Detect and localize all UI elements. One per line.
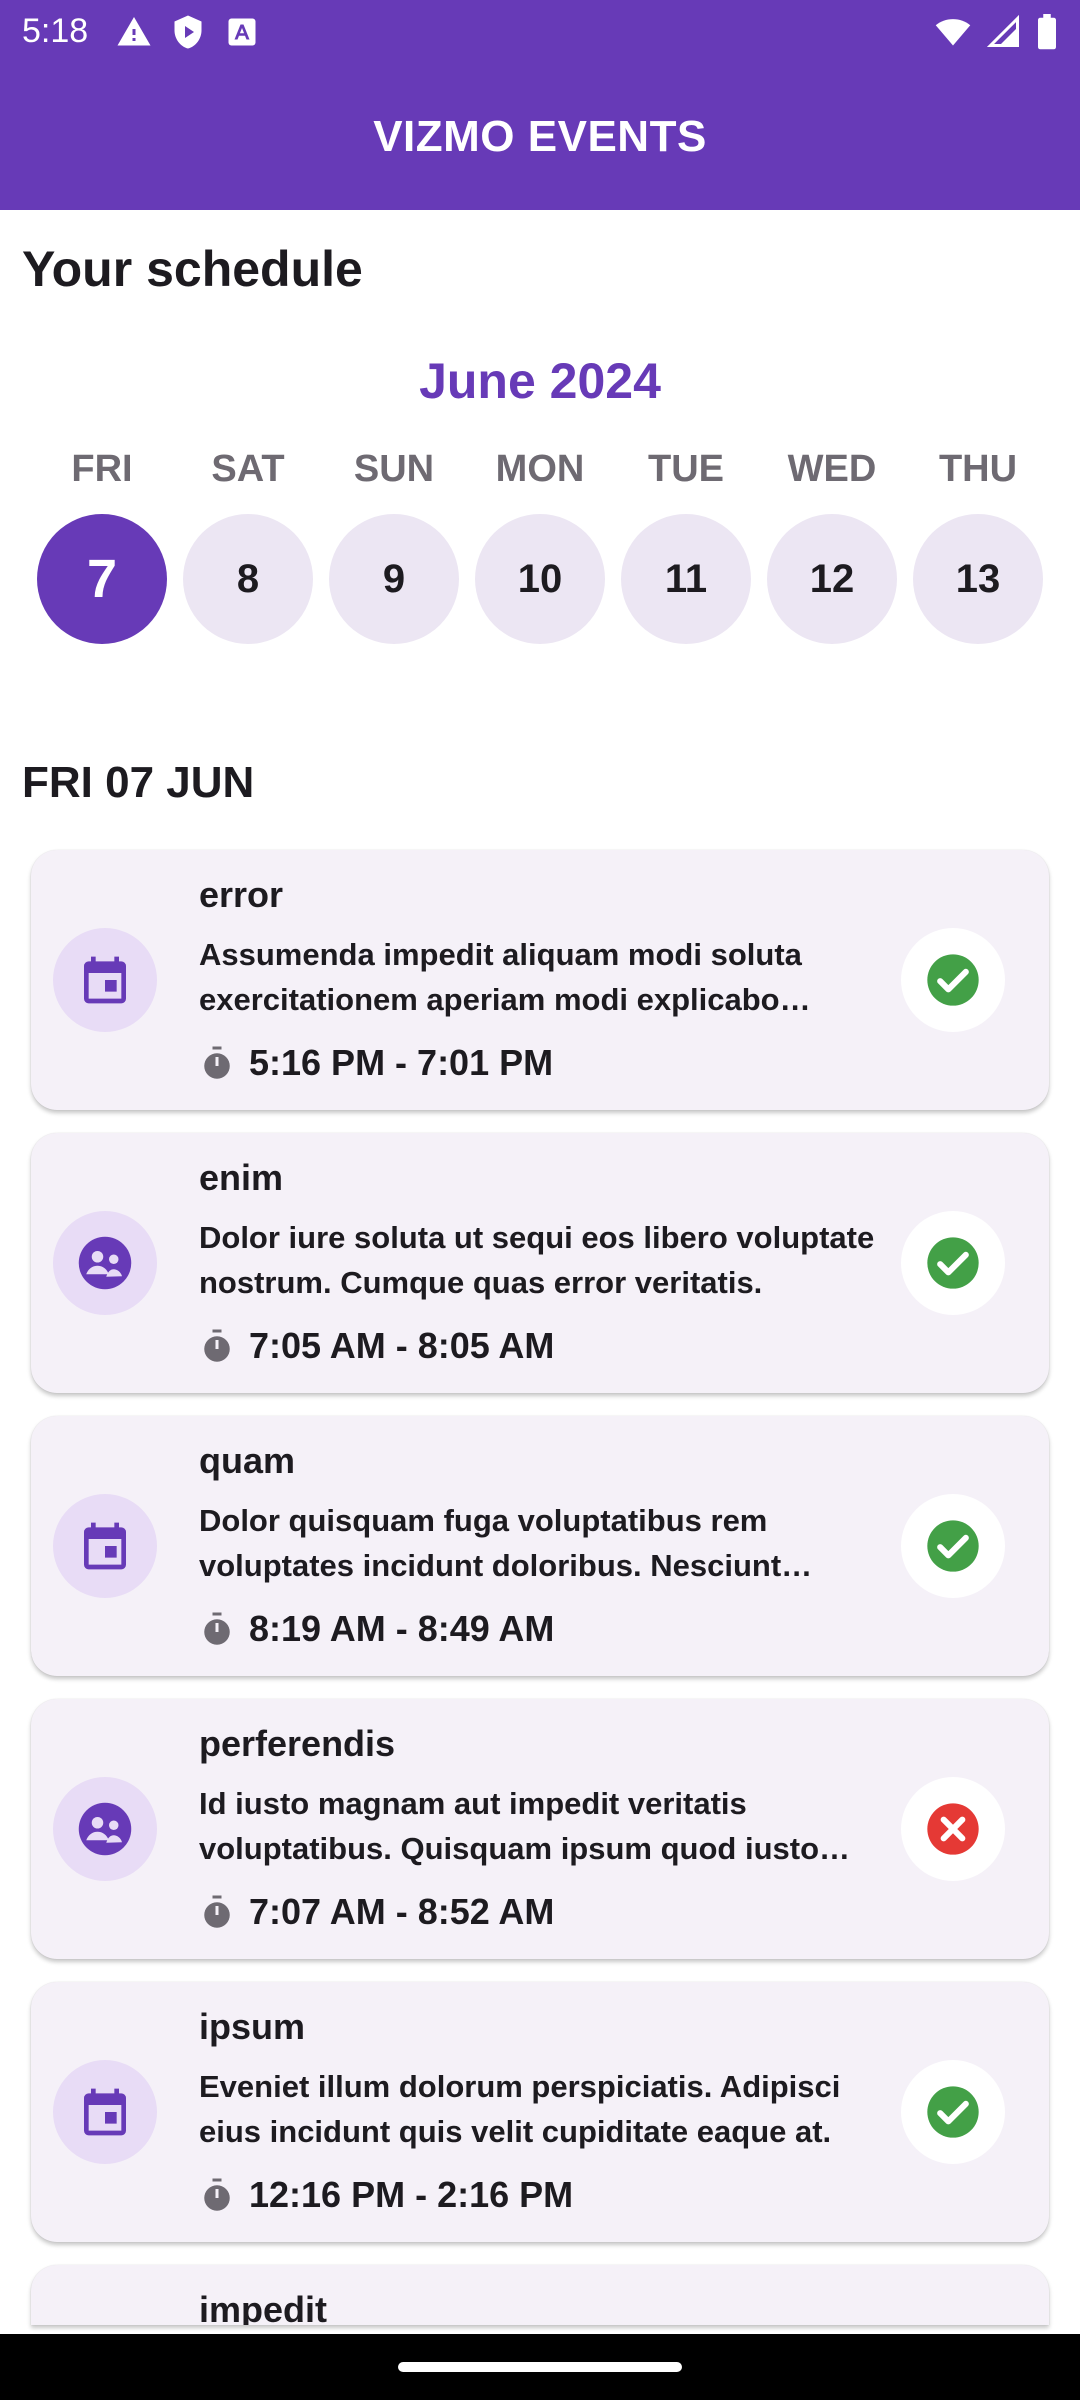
day-button[interactable]: 11: [621, 514, 751, 644]
weekday-label: WED: [787, 448, 877, 490]
date-heading: FRI 07 JUN: [22, 758, 255, 807]
timer-icon: [204, 1046, 230, 1079]
home-gesture-handle[interactable]: [398, 2362, 682, 2372]
schedule-title: Your schedule: [22, 241, 363, 297]
day-button[interactable]: 9: [329, 514, 459, 644]
weekday-label: MON: [495, 448, 585, 490]
shield-icon: [174, 15, 202, 49]
event-description: Eveniet illum dolorum perspiciatis. Adip…: [199, 2069, 841, 2149]
check-circle-icon: [927, 1520, 979, 1572]
cancel-circle-icon: [927, 1803, 979, 1855]
day-button[interactable]: 13: [913, 514, 1043, 644]
event-title: quam: [199, 1440, 296, 1481]
event-card[interactable]: perferendis Id iusto magnam aut impedit …: [31, 1699, 1049, 1959]
alert-icon: [117, 17, 151, 46]
check-circle-icon: [927, 2086, 979, 2138]
group-icon: [53, 1211, 157, 1315]
event-card[interactable]: enim Dolor iure soluta ut sequi eos libe…: [31, 1133, 1049, 1393]
event-time: 5:16 PM - 7:01 PM: [249, 1042, 554, 1083]
day-button[interactable]: 10: [475, 514, 605, 644]
status-accepted-button[interactable]: [901, 1211, 1005, 1315]
timer-icon: [204, 1329, 230, 1362]
wifi-icon: [935, 19, 971, 46]
event-title: ipsum: [199, 2006, 306, 2047]
event-title: enim: [199, 1157, 284, 1198]
navigation-bar: [0, 2334, 1080, 2400]
status-bar: 5:18: [0, 0, 1080, 64]
event-card[interactable]: error Assumenda impedit aliquam modi sol…: [31, 850, 1049, 1110]
weekday-label: TUE: [648, 448, 724, 490]
weekday-header-row: FRI SAT SUN MON TUE WED THU: [29, 448, 1051, 491]
app-bar: VIZMO EVENTS: [0, 64, 1080, 210]
battery-icon: [1038, 14, 1056, 50]
timer-icon: [204, 1895, 230, 1928]
calendar-icon: [53, 928, 157, 1032]
calendar-icon: [53, 2060, 157, 2164]
signal-icon: [986, 14, 1019, 47]
status-accepted-button[interactable]: [901, 928, 1005, 1032]
event-card-partial[interactable]: impedit: [31, 2265, 1049, 2325]
calendar-icon: [53, 1494, 157, 1598]
timer-icon: [204, 1612, 230, 1645]
day-selector: 7 8 9 10 11 12 13: [29, 514, 1051, 644]
event-card[interactable]: ipsum Eveniet illum dolorum perspiciatis…: [31, 1982, 1049, 2242]
event-title: error: [199, 874, 284, 915]
weekday-label: THU: [938, 448, 1018, 490]
event-card[interactable]: quam Dolor quisquam fuga voluptatibus re…: [31, 1416, 1049, 1676]
day-button-selected[interactable]: 7: [37, 514, 167, 644]
event-time: 12:16 PM - 2:16 PM: [249, 2174, 574, 2215]
day-button[interactable]: 12: [767, 514, 897, 644]
event-time: 7:07 AM - 8:52 AM: [249, 1891, 555, 1932]
event-time: 7:05 AM - 8:05 AM: [249, 1325, 555, 1366]
weekday-label: SAT: [211, 448, 285, 490]
check-circle-icon: [927, 954, 979, 1006]
weekday-label: FRI: [71, 448, 133, 490]
group-icon: [53, 1777, 157, 1881]
event-description: Id iusto magnam aut impedit veritatis vo…: [199, 1786, 819, 1866]
status-accepted-button[interactable]: [901, 1494, 1005, 1598]
month-title: June 2024: [419, 353, 661, 409]
check-circle-icon: [927, 1237, 979, 1289]
weekday-label: SUN: [353, 448, 435, 490]
status-accepted-button[interactable]: [901, 2060, 1005, 2164]
a-badge-icon: [228, 18, 256, 46]
event-title: impedit: [199, 2289, 328, 2325]
event-description: Dolor quisquam fuga voluptatibus rem vol…: [199, 1503, 782, 1583]
event-list: error Assumenda impedit aliquam modi sol…: [31, 850, 1049, 2325]
event-time: 8:19 AM - 8:49 AM: [249, 1608, 555, 1649]
event-description: Dolor iure soluta ut sequi eos libero vo…: [199, 1220, 875, 1300]
status-declined-button[interactable]: [901, 1777, 1005, 1881]
app-title: VIZMO EVENTS: [373, 112, 707, 161]
day-button[interactable]: 8: [183, 514, 313, 644]
event-description: Assumenda impedit aliquam modi soluta ex…: [199, 937, 802, 1017]
status-time: 5:18: [22, 12, 89, 50]
event-title: perferendis: [199, 1723, 396, 1764]
timer-icon: [204, 2178, 230, 2211]
